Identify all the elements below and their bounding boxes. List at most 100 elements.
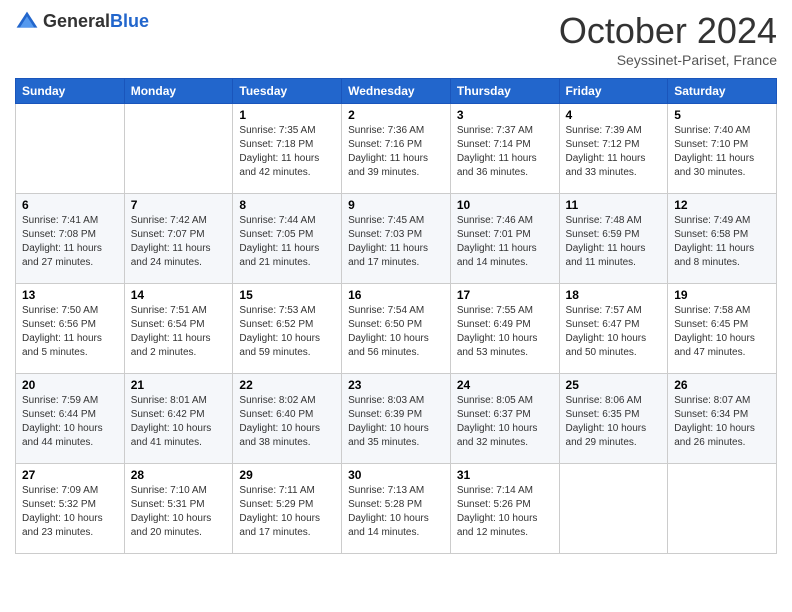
day-info: Sunrise: 7:54 AMSunset: 6:50 PMDaylight:… [348,305,429,358]
day-info: Sunrise: 7:36 AMSunset: 7:16 PMDaylight:… [348,125,428,178]
day-info: Sunrise: 7:48 AMSunset: 6:59 PMDaylight:… [566,215,646,268]
day-cell: 21Sunrise: 8:01 AMSunset: 6:42 PMDayligh… [124,374,233,464]
day-cell [559,464,668,554]
logo-blue: Blue [110,11,149,31]
day-info: Sunrise: 8:06 AMSunset: 6:35 PMDaylight:… [566,395,647,448]
week-row-4: 20 Sunrise: 7:59 AMSunset: 6:44 PMDayligh… [16,374,777,464]
day-number: 14 [131,288,227,302]
day-info: Sunrise: 8:05 AMSunset: 6:37 PMDaylight:… [457,395,538,448]
day-info: Sunrise: 7:10 AMSunset: 5:31 PMDaylight:… [131,485,212,538]
day-cell: 20 Sunrise: 7:59 AMSunset: 6:44 PMDayligh… [16,374,125,464]
day-cell: 25 Sunrise: 8:06 AMSunset: 6:35 PMDayligh… [559,374,668,464]
day-cell [124,104,233,194]
calendar-title: October 2024 [559,10,777,52]
calendar-header: SundayMondayTuesdayWednesdayThursdayFrid… [16,79,777,104]
header-day-thursday: Thursday [450,79,559,104]
day-number: 11 [566,198,662,212]
day-cell: 28 Sunrise: 7:10 AMSunset: 5:31 PMDayligh… [124,464,233,554]
day-info: Sunrise: 7:49 AMSunset: 6:58 PMDaylight:… [674,215,754,268]
day-cell: 26 Sunrise: 8:07 AMSunset: 6:34 PMDayligh… [668,374,777,464]
day-info: Sunrise: 7:39 AMSunset: 7:12 PMDaylight:… [566,125,646,178]
day-number: 15 [239,288,335,302]
day-info: Sunrise: 7:42 AMSunset: 7:07 PMDaylight:… [131,215,211,268]
day-number: 20 [22,378,118,392]
day-number: 28 [131,468,227,482]
day-cell: 8 Sunrise: 7:44 AMSunset: 7:05 PMDaylight… [233,194,342,284]
day-cell: 24 Sunrise: 8:05 AMSunset: 6:37 PMDayligh… [450,374,559,464]
day-cell: 9Sunrise: 7:45 AMSunset: 7:03 PMDaylight… [342,194,451,284]
day-info: Sunrise: 8:02 AMSunset: 6:40 PMDaylight:… [239,395,320,448]
day-number: 3 [457,108,553,122]
day-info: Sunrise: 7:13 AMSunset: 5:28 PMDaylight:… [348,485,429,538]
header-row: SundayMondayTuesdayWednesdayThursdayFrid… [16,79,777,104]
day-number: 30 [348,468,444,482]
day-cell: 22 Sunrise: 8:02 AMSunset: 6:40 PMDayligh… [233,374,342,464]
day-cell [668,464,777,554]
day-number: 9 [348,198,444,212]
day-cell: 1Sunrise: 7:35 AMSunset: 7:18 PMDaylight… [233,104,342,194]
day-info: Sunrise: 7:14 AMSunset: 5:26 PMDaylight:… [457,485,538,538]
day-cell: 11 Sunrise: 7:48 AMSunset: 6:59 PMDayligh… [559,194,668,284]
day-cell: 5 Sunrise: 7:40 AMSunset: 7:10 PMDaylight… [668,104,777,194]
calendar-location: Seyssinet-Pariset, France [559,52,777,68]
logo-text: GeneralBlue [43,12,149,32]
day-number: 21 [131,378,227,392]
day-number: 26 [674,378,770,392]
logo-general: General [43,11,110,31]
page-header: GeneralBlue October 2024 Seyssinet-Paris… [15,10,777,68]
day-cell: 15 Sunrise: 7:53 AMSunset: 6:52 PMDayligh… [233,284,342,374]
day-cell: 18 Sunrise: 7:57 AMSunset: 6:47 PMDayligh… [559,284,668,374]
day-number: 2 [348,108,444,122]
day-info: Sunrise: 7:35 AMSunset: 7:18 PMDaylight:… [239,125,319,178]
day-info: Sunrise: 7:55 AMSunset: 6:49 PMDaylight:… [457,305,538,358]
day-number: 25 [566,378,662,392]
logo: GeneralBlue [15,10,149,34]
day-cell: 27Sunrise: 7:09 AMSunset: 5:32 PMDayligh… [16,464,125,554]
day-number: 16 [348,288,444,302]
day-cell: 6Sunrise: 7:41 AMSunset: 7:08 PMDaylight… [16,194,125,284]
day-info: Sunrise: 7:44 AMSunset: 7:05 PMDaylight:… [239,215,319,268]
day-number: 12 [674,198,770,212]
day-info: Sunrise: 8:07 AMSunset: 6:34 PMDaylight:… [674,395,755,448]
day-info: Sunrise: 7:57 AMSunset: 6:47 PMDaylight:… [566,305,647,358]
day-cell: 7 Sunrise: 7:42 AMSunset: 7:07 PMDaylight… [124,194,233,284]
day-info: Sunrise: 7:40 AMSunset: 7:10 PMDaylight:… [674,125,754,178]
day-cell: 17Sunrise: 7:55 AMSunset: 6:49 PMDayligh… [450,284,559,374]
day-cell: 30 Sunrise: 7:13 AMSunset: 5:28 PMDayligh… [342,464,451,554]
day-cell: 19 Sunrise: 7:58 AMSunset: 6:45 PMDayligh… [668,284,777,374]
day-number: 23 [348,378,444,392]
day-number: 19 [674,288,770,302]
header-day-sunday: Sunday [16,79,125,104]
week-row-3: 13 Sunrise: 7:50 AMSunset: 6:56 PMDayligh… [16,284,777,374]
day-info: Sunrise: 7:46 AMSunset: 7:01 PMDaylight:… [457,215,537,268]
week-row-5: 27Sunrise: 7:09 AMSunset: 5:32 PMDayligh… [16,464,777,554]
day-number: 8 [239,198,335,212]
day-number: 27 [22,468,118,482]
day-info: Sunrise: 7:59 AMSunset: 6:44 PMDaylight:… [22,395,103,448]
day-number: 24 [457,378,553,392]
day-cell: 4 Sunrise: 7:39 AMSunset: 7:12 PMDaylight… [559,104,668,194]
day-info: Sunrise: 8:03 AMSunset: 6:39 PMDaylight:… [348,395,429,448]
day-info: Sunrise: 7:37 AMSunset: 7:14 PMDaylight:… [457,125,537,178]
day-number: 13 [22,288,118,302]
day-cell: 23 Sunrise: 8:03 AMSunset: 6:39 PMDayligh… [342,374,451,464]
day-number: 10 [457,198,553,212]
day-info: Sunrise: 7:58 AMSunset: 6:45 PMDaylight:… [674,305,755,358]
day-info: Sunrise: 7:11 AMSunset: 5:29 PMDaylight:… [239,485,320,538]
week-row-2: 6Sunrise: 7:41 AMSunset: 7:08 PMDaylight… [16,194,777,284]
calendar-table: SundayMondayTuesdayWednesdayThursdayFrid… [15,78,777,554]
day-number: 4 [566,108,662,122]
day-cell: 2 Sunrise: 7:36 AMSunset: 7:16 PMDaylight… [342,104,451,194]
day-number: 22 [239,378,335,392]
day-cell: 16 Sunrise: 7:54 AMSunset: 6:50 PMDayligh… [342,284,451,374]
day-cell: 10 Sunrise: 7:46 AMSunset: 7:01 PMDayligh… [450,194,559,284]
day-number: 31 [457,468,553,482]
header-day-friday: Friday [559,79,668,104]
day-number: 18 [566,288,662,302]
day-number: 7 [131,198,227,212]
day-cell [16,104,125,194]
day-info: Sunrise: 7:50 AMSunset: 6:56 PMDaylight:… [22,305,102,358]
day-cell: 3 Sunrise: 7:37 AMSunset: 7:14 PMDaylight… [450,104,559,194]
day-number: 5 [674,108,770,122]
day-info: Sunrise: 7:53 AMSunset: 6:52 PMDaylight:… [239,305,320,358]
